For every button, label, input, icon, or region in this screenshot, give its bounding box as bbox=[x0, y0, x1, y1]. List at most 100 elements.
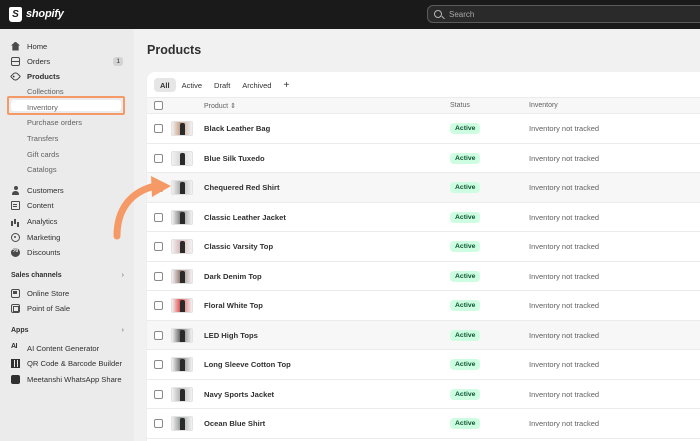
sort-icon: ⇕ bbox=[230, 103, 236, 110]
row-checkbox[interactable] bbox=[154, 212, 163, 222]
row-checkbox[interactable] bbox=[154, 301, 163, 310]
sales-channels-section[interactable]: Sales channels › bbox=[11, 272, 124, 279]
product-name-link[interactable]: Classic Varsity Top bbox=[204, 242, 273, 251]
product-name-link[interactable]: Chequered Red Shirt bbox=[204, 183, 280, 192]
sidebar-item-products[interactable]: Products bbox=[10, 69, 129, 83]
sidebar-item-customers[interactable]: Customers bbox=[11, 183, 129, 197]
status-badge: Active bbox=[450, 152, 481, 164]
row-checkbox[interactable] bbox=[154, 183, 163, 192]
product-name-link[interactable]: Dark Denim Top bbox=[204, 272, 262, 281]
table-row[interactable]: Navy Sports Jacket Active Inventory not tr… bbox=[147, 379, 700, 409]
sidebar-item-point-of-sale[interactable]: Point of Sale bbox=[11, 301, 129, 315]
sidebar-subitem-inventory[interactable]: Inventory bbox=[27, 101, 58, 114]
sidebar-item-label: Home bbox=[27, 41, 48, 51]
row-checkbox[interactable] bbox=[154, 330, 163, 340]
product-thumbnail bbox=[171, 180, 193, 195]
column-header-status: Status bbox=[450, 102, 470, 109]
sidebar-item-analytics[interactable]: Analytics bbox=[11, 214, 129, 228]
tab-draft[interactable]: Draft bbox=[208, 78, 236, 92]
table-row[interactable]: Floral White Top Active Inventory not trac… bbox=[147, 291, 700, 321]
sidebar-subitem-transfers[interactable]: Transfers bbox=[27, 132, 58, 145]
shopify-logo[interactable]: shopify bbox=[9, 6, 64, 22]
row-checkbox[interactable] bbox=[154, 242, 163, 251]
inventory-value: Inventory not tracked bbox=[529, 360, 600, 369]
search-input[interactable] bbox=[449, 9, 689, 19]
product-name-link[interactable]: LED High Tops bbox=[204, 331, 258, 340]
table-row[interactable]: Classic Leather Jacket Active Inventory no… bbox=[147, 202, 700, 232]
product-name-link[interactable]: Long Sleeve Cotton Top bbox=[204, 360, 291, 369]
shopify-bag-icon bbox=[9, 6, 22, 22]
add-view-button[interactable]: + bbox=[277, 78, 295, 92]
status-badge: Active bbox=[450, 123, 481, 134]
table-row[interactable]: Classic Varsity Top Active Inventory not t… bbox=[147, 232, 700, 262]
sidebar-item-discounts[interactable]: Discounts bbox=[11, 245, 129, 259]
sidebar-item-orders[interactable]: Orders 1 bbox=[11, 54, 129, 68]
sidebar-item-label: Content bbox=[27, 200, 54, 210]
ai-icon bbox=[11, 343, 20, 353]
product-name-link[interactable]: Black Leather Bag bbox=[204, 124, 270, 133]
sidebar-item-label: Analytics bbox=[27, 216, 58, 226]
table-row[interactable]: Black Leather Bag Active Inventory not tra… bbox=[147, 114, 700, 144]
status-badge: Active bbox=[450, 388, 481, 400]
product-thumbnail bbox=[171, 327, 193, 343]
orders-count-badge: 1 bbox=[113, 56, 123, 66]
page-title: Products bbox=[147, 43, 202, 57]
inventory-value: Inventory not tracked bbox=[529, 124, 600, 133]
sidebar-item-marketing[interactable]: Marketing bbox=[11, 230, 129, 244]
product-name-link[interactable]: Navy Sports Jacket bbox=[204, 390, 274, 399]
main-content: Products All Active Draft Archived + Pro… bbox=[134, 29, 700, 441]
product-name-link[interactable]: Classic Leather Jacket bbox=[204, 213, 286, 222]
sidebar-item-home[interactable]: Home bbox=[11, 39, 129, 53]
sidebar-item-ai-content-generator[interactable]: AI Content Generator bbox=[11, 341, 129, 355]
sidebar-subitem-gift-cards[interactable]: Gift cards bbox=[27, 148, 59, 161]
table-row[interactable]: Chequered Red Shirt Active Inventory not t… bbox=[147, 173, 700, 203]
sidebar-subitem-catalogs[interactable]: Catalogs bbox=[27, 163, 57, 176]
product-thumbnail bbox=[171, 239, 193, 254]
table-row[interactable]: Blue Silk Tuxedo Active Inventory not trac… bbox=[147, 143, 700, 173]
product-thumbnail bbox=[171, 298, 193, 313]
sidebar-item-content[interactable]: Content bbox=[11, 198, 129, 212]
row-checkbox[interactable] bbox=[154, 124, 163, 133]
search-icon bbox=[434, 10, 442, 18]
tag-icon bbox=[10, 70, 21, 82]
product-thumbnail bbox=[171, 386, 193, 402]
product-name-link[interactable]: Floral White Top bbox=[204, 301, 263, 310]
table-row[interactable]: LED High Tops Active Inventory not tracked bbox=[147, 320, 700, 350]
row-checkbox[interactable] bbox=[154, 389, 163, 399]
inventory-value: Inventory not tracked bbox=[529, 153, 600, 163]
sidebar-subitem-purchase-orders[interactable]: Purchase orders bbox=[27, 116, 82, 129]
inventory-value: Inventory not tracked bbox=[529, 271, 600, 281]
pos-icon bbox=[11, 303, 20, 313]
product-name-link[interactable]: Ocean Blue Shirt bbox=[204, 419, 265, 428]
product-thumbnail bbox=[171, 150, 193, 166]
sidebar-item-online-store[interactable]: Online Store bbox=[11, 286, 129, 300]
content-icon bbox=[11, 200, 20, 210]
qr-icon bbox=[11, 358, 20, 368]
sidebar-item-label: Online Store bbox=[27, 288, 70, 298]
table-row[interactable]: Ocean Blue Shirt Active Inventory not trac… bbox=[147, 409, 700, 439]
product-rows: Black Leather Bag Active Inventory not tra… bbox=[147, 114, 700, 439]
sidebar-subitem-collections[interactable]: Collections bbox=[27, 85, 64, 98]
inventory-value: Inventory not tracked bbox=[529, 183, 600, 192]
sidebar-item-label: Products bbox=[27, 71, 60, 81]
select-all-checkbox[interactable] bbox=[154, 101, 163, 110]
apps-section[interactable]: Apps › bbox=[11, 327, 124, 334]
search-bar[interactable] bbox=[427, 5, 700, 23]
row-checkbox[interactable] bbox=[154, 419, 163, 428]
sidebar-item-label: Customers bbox=[27, 185, 64, 195]
inventory-value: Inventory not tracked bbox=[529, 419, 600, 428]
tab-active[interactable]: Active bbox=[176, 78, 208, 92]
orders-icon bbox=[11, 56, 20, 66]
table-row[interactable]: Dark Denim Top Active Inventory not tracke… bbox=[147, 261, 700, 291]
column-header-inventory: Inventory bbox=[529, 102, 558, 109]
sidebar-item-qr-code-builder[interactable]: QR Code & Barcode Builder bbox=[11, 356, 129, 370]
product-name-link[interactable]: Blue Silk Tuxedo bbox=[204, 154, 265, 163]
row-checkbox[interactable] bbox=[154, 153, 163, 163]
tab-archived[interactable]: Archived bbox=[236, 78, 277, 92]
row-checkbox[interactable] bbox=[154, 271, 163, 281]
sidebar-item-whatsapp-share[interactable]: Meetanshi WhatsApp Share bbox=[11, 372, 129, 386]
tab-all[interactable]: All bbox=[154, 78, 176, 92]
column-header-product[interactable]: Product ⇕ bbox=[204, 102, 236, 110]
table-row[interactable]: Long Sleeve Cotton Top Active Inventory no… bbox=[147, 350, 700, 380]
row-checkbox[interactable] bbox=[154, 360, 163, 369]
